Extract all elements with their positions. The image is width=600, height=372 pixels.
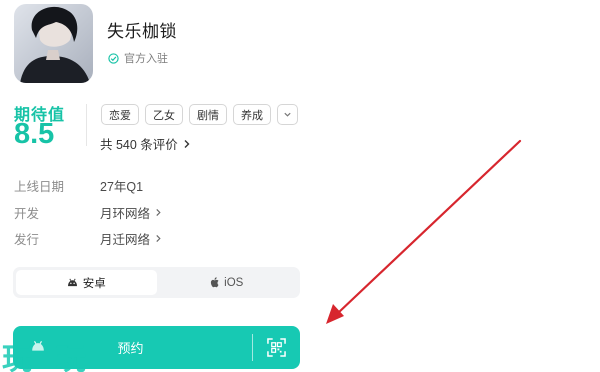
chevron-down-icon: [284, 112, 291, 117]
tags-expand-button[interactable]: [277, 104, 298, 125]
developer-value: 月环网络: [100, 207, 151, 221]
chevron-right-icon: [156, 235, 161, 242]
ios-label: iOS: [224, 276, 244, 289]
tag-chip[interactable]: 剧情: [189, 104, 227, 125]
platform-toggle: 安卓 iOS: [13, 267, 300, 298]
developer-link[interactable]: 月环网络: [100, 203, 162, 222]
game-title: 失乐枷锁: [107, 22, 177, 41]
tag-chip[interactable]: 恋爱: [101, 104, 139, 125]
tag-chip[interactable]: 乙女: [145, 104, 183, 125]
rating-divider: [86, 104, 87, 146]
platform-option-android[interactable]: 安卓: [16, 270, 157, 295]
rating-score: 8.5: [14, 118, 55, 150]
site-watermark: 玩玩: [2, 342, 110, 372]
reviews-link[interactable]: 共 540 条评价: [100, 134, 191, 153]
chevron-right-icon: [184, 139, 190, 148]
publisher-label: 发行: [14, 233, 40, 247]
info-row-release: 上线日期 27年Q1: [14, 176, 143, 195]
publisher-link[interactable]: 月迁网络: [100, 229, 162, 248]
qr-scan-button[interactable]: [263, 334, 290, 361]
developer-label: 开发: [14, 207, 40, 221]
release-date-value: 27年Q1: [100, 180, 144, 194]
official-label: 官方入驻: [124, 53, 168, 65]
publisher-value: 月迁网络: [100, 233, 151, 247]
info-row-developer[interactable]: 开发 月环网络: [14, 203, 162, 222]
qr-scan-icon: [267, 338, 286, 357]
verified-check-icon: [108, 52, 119, 64]
tag-list: 恋爱 乙女 剧情 养成: [101, 104, 298, 125]
android-icon: [67, 278, 77, 287]
android-label: 安卓: [82, 277, 106, 290]
info-row-publisher[interactable]: 发行 月迁网络: [14, 229, 162, 248]
official-badge: 官方入驻: [108, 50, 168, 66]
release-date-label: 上线日期: [14, 180, 65, 194]
apple-icon: [211, 277, 219, 288]
reviews-count: 共 540 条评价: [100, 138, 178, 152]
game-cover-image[interactable]: [14, 4, 93, 83]
platform-option-ios[interactable]: iOS: [157, 270, 298, 295]
qr-divider: [252, 334, 253, 361]
chevron-right-icon: [156, 209, 161, 216]
tag-chip[interactable]: 养成: [233, 104, 271, 125]
